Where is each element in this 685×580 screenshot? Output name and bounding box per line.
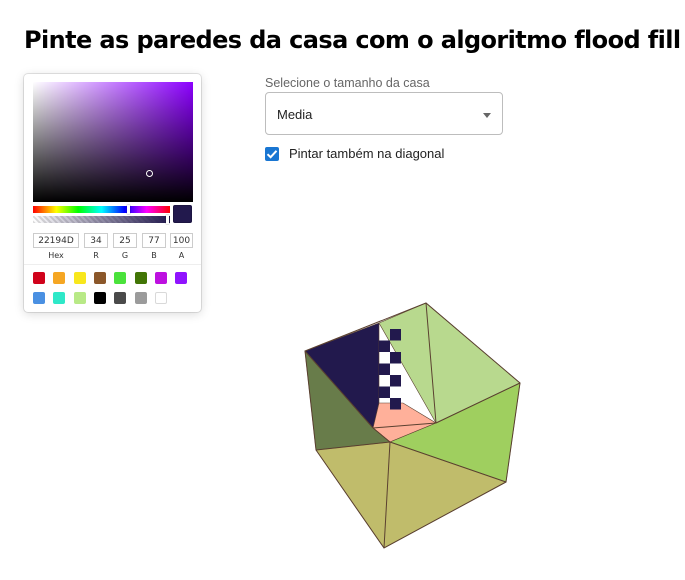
checker-cell: [390, 398, 401, 410]
checker-cell: [379, 340, 390, 352]
checker-cell: [379, 363, 390, 375]
checker-cell: [390, 352, 401, 364]
checker-cell: [390, 329, 401, 341]
checker-cell: [379, 386, 390, 398]
house-cube: [304, 302, 521, 549]
checker-cell: [390, 375, 401, 387]
